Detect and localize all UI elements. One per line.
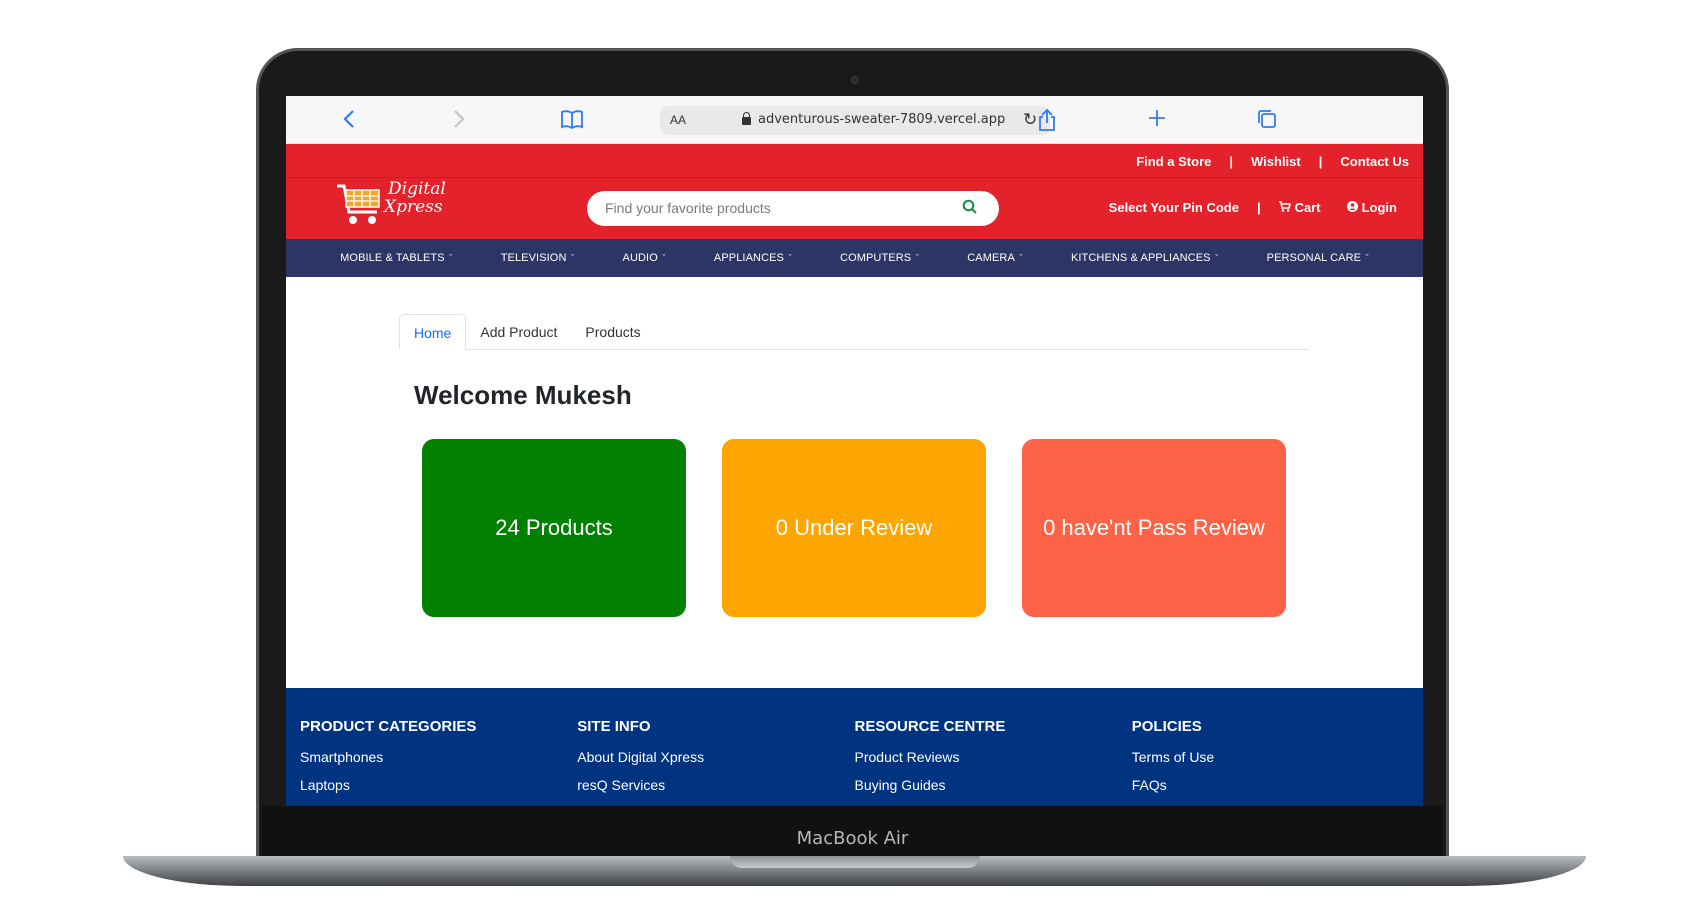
footer-column: POLICIES Terms of Use FAQs [1132, 718, 1409, 806]
contact-us-link[interactable]: Contact Us [1340, 154, 1409, 169]
footer-heading: PRODUCT CATEGORIES [300, 718, 477, 735]
tab-products[interactable]: Products [571, 314, 654, 350]
nav-computers[interactable]: COMPUTERS ˇ [840, 252, 919, 264]
browser-toolbar: AA adventurous-sweater-7809.vercel.app ↻ [286, 96, 1423, 144]
chevron-down-icon: ˇ [1212, 253, 1219, 263]
back-icon[interactable] [342, 108, 356, 135]
separator: | [1318, 154, 1323, 169]
new-tab-icon[interactable] [1147, 108, 1167, 133]
nav-mobile-tablets[interactable]: MOBILE & TABLETS ˇ [340, 252, 452, 264]
footer-link[interactable]: About Digital Xpress [577, 749, 854, 765]
page-title: Welcome Mukesh [414, 380, 632, 410]
url-text[interactable]: adventurous-sweater-7809.vercel.app [758, 112, 1005, 127]
search-icon[interactable] [962, 199, 978, 215]
text-size-button[interactable]: AA [670, 113, 686, 127]
separator: | [1229, 154, 1233, 169]
footer-link[interactable]: Product Reviews [855, 749, 1132, 765]
footer-link[interactable]: resQ Services [577, 777, 854, 793]
nav-kitchens-appliances[interactable]: KITCHENS & APPLIANCES ˇ [1071, 252, 1218, 264]
camera-icon [851, 76, 859, 84]
find-store-link[interactable]: Find a Store [1136, 154, 1211, 169]
address-bar[interactable]: AA adventurous-sweater-7809.vercel.app ↻ [660, 106, 1050, 135]
chevron-down-icon: ˇ [786, 253, 792, 263]
footer-heading: SITE INFO [577, 718, 651, 735]
footer-link[interactable]: Buying Guides [855, 777, 1132, 793]
footer-link[interactable]: FAQs [1132, 777, 1409, 793]
lock-icon [742, 112, 751, 125]
site-logo[interactable]: Digital Xpress [335, 178, 446, 232]
logo-text: Digital Xpress [384, 179, 446, 217]
top-links-bar: Find a Store | Wishlist | Contact Us [286, 144, 1423, 178]
footer-heading: RESOURCE CENTRE [854, 718, 1006, 735]
nav-appliances[interactable]: APPLIANCES ˇ [714, 252, 792, 264]
search-box [587, 191, 999, 226]
model-label: MacBook Air [796, 828, 909, 849]
nav-camera[interactable]: CAMERA ˇ [967, 252, 1022, 264]
footer-column: PRODUCT CATEGORIES Smartphones Laptops [300, 718, 577, 806]
reload-icon[interactable]: ↻ [1023, 110, 1037, 130]
bookmarks-icon[interactable] [560, 108, 584, 135]
laptop-notch [730, 856, 980, 868]
chevron-down-icon: ˇ [659, 253, 666, 263]
footer-link[interactable]: Terms of Use [1132, 749, 1409, 765]
search-input[interactable] [605, 200, 945, 216]
cart-logo-icon [337, 184, 380, 224]
separator: | [1256, 200, 1261, 215]
nav-personal-care[interactable]: PERSONAL CARE ˇ [1267, 252, 1369, 264]
category-nav: MOBILE & TABLETS ˇ TELEVISION ˇ AUDIO ˇ … [286, 239, 1423, 277]
nav-television[interactable]: TELEVISION ˇ [501, 252, 575, 264]
login-button[interactable]: Login [1346, 200, 1397, 215]
user-icon [1346, 201, 1358, 212]
main-header: Digital Xpress Select Your Pin Code | Ca… [286, 178, 1423, 239]
chevron-down-icon: ˇ [446, 253, 453, 263]
wishlist-link[interactable]: Wishlist [1251, 154, 1301, 169]
footer-column: RESOURCE CENTRE Product Reviews Buying G… [855, 718, 1132, 806]
footer-heading: POLICIES [1131, 718, 1202, 735]
cart-icon [1278, 201, 1291, 212]
tab-add-product[interactable]: Add Product [466, 314, 571, 350]
tabs-overview-icon[interactable] [1256, 108, 1278, 135]
stats-cards: 24 Products 0 Under Review 0 have'nt Pas… [422, 439, 1286, 617]
products-count-card[interactable]: 24 Products [422, 439, 686, 617]
site-footer: PRODUCT CATEGORIES Smartphones Laptops S… [286, 688, 1423, 806]
nav-audio[interactable]: AUDIO ˇ [623, 252, 666, 264]
cart-button[interactable]: Cart [1278, 200, 1321, 215]
chevron-down-icon: ˇ [568, 253, 575, 263]
chevron-down-icon: ˇ [1016, 253, 1023, 263]
footer-column: SITE INFO About Digital Xpress resQ Serv… [577, 718, 854, 806]
pin-code-selector[interactable]: Select Your Pin Code [1109, 200, 1239, 215]
under-review-card[interactable]: 0 Under Review [722, 439, 986, 617]
chevron-down-icon: ˇ [913, 253, 919, 263]
dashboard-tabs: Home Add Product Products [399, 314, 1309, 350]
tab-home[interactable]: Home [399, 314, 467, 350]
failed-review-card[interactable]: 0 have'nt Pass Review [1022, 439, 1286, 617]
forward-icon[interactable] [452, 108, 466, 135]
footer-link[interactable]: Smartphones [300, 749, 577, 765]
screen: AA adventurous-sweater-7809.vercel.app ↻… [286, 96, 1423, 806]
footer-link[interactable]: Laptops [300, 777, 577, 793]
share-icon[interactable] [1037, 108, 1057, 137]
chevron-down-icon: ˇ [1363, 253, 1369, 263]
